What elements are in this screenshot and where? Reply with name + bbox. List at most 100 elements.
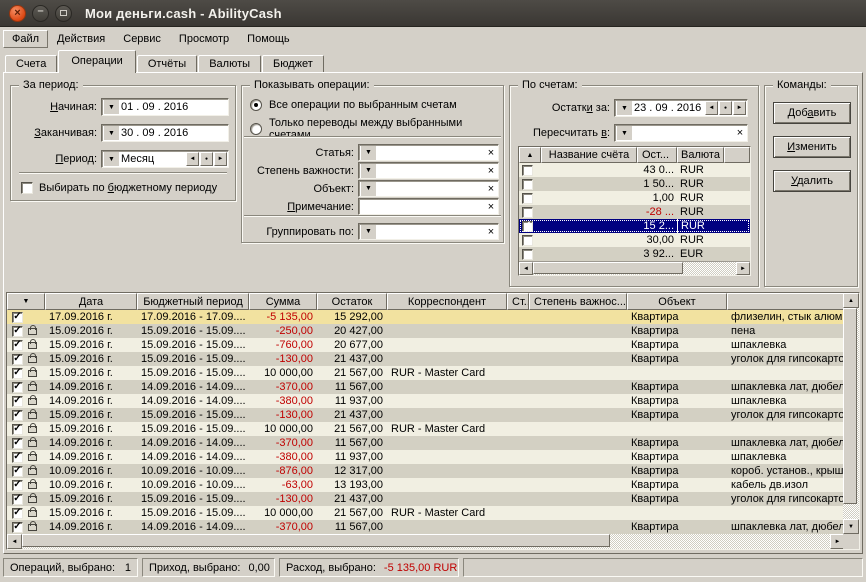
edit-button[interactable]: Изменить [773, 136, 851, 158]
account-checkbox[interactable] [522, 179, 533, 190]
importance-combo[interactable]: ▼× [358, 162, 499, 179]
transaction-row[interactable]: ✓15.09.2016 г.15.09.2016 - 15.09....10 0… [7, 422, 859, 436]
spin-right-icon[interactable]: ► [214, 152, 227, 166]
dropdown-icon[interactable]: ▼ [617, 101, 632, 115]
transaction-checkbox[interactable]: ✓ [12, 410, 23, 421]
dropdown-icon[interactable]: ▼ [617, 126, 632, 140]
all-operations-radio[interactable] [250, 99, 262, 111]
transactions-column-header-correspondent[interactable]: Корреспондент [387, 293, 507, 310]
clear-icon[interactable]: × [484, 183, 498, 195]
transactions-column-header-date[interactable]: Дата [45, 293, 137, 310]
transaction-checkbox[interactable]: ✓ [12, 480, 23, 491]
accounts-scroll-track[interactable] [533, 262, 736, 275]
account-checkbox[interactable] [522, 249, 533, 260]
account-checkbox[interactable] [522, 207, 533, 218]
scroll-right-icon[interactable]: ► [736, 262, 750, 275]
accounts-column-header-currency[interactable]: Валюта [677, 147, 724, 163]
transfers-radio[interactable] [250, 123, 262, 135]
transaction-checkbox[interactable]: ✓ [12, 424, 23, 435]
transactions-column-header-budget-period[interactable]: Бюджетный период [137, 293, 249, 310]
menu-item-view[interactable]: Просмотр [170, 30, 238, 48]
maximize-button[interactable] [55, 5, 72, 22]
scroll-up-icon[interactable]: ▲ [843, 293, 859, 308]
accounts-horizontal-scrollbar[interactable]: ◄► [519, 261, 750, 275]
transaction-checkbox[interactable]: ✓ [12, 340, 23, 351]
horizontal-scrollbar[interactable]: ◄ ► [7, 534, 845, 549]
account-row[interactable]: 1,00RUR [519, 191, 750, 205]
transaction-row[interactable]: ✓15.09.2016 г.15.09.2016 - 15.09....-250… [7, 324, 859, 338]
account-checkbox[interactable] [522, 165, 533, 176]
clear-icon[interactable]: × [733, 127, 747, 139]
article-combo[interactable]: ▼× [358, 144, 499, 161]
menu-item-service[interactable]: Сервис [114, 30, 170, 48]
spin-dot-icon[interactable]: ● [719, 101, 732, 115]
transactions-column-header-importance[interactable]: Степень важнос... [529, 293, 627, 310]
sort-asc-icon[interactable]: ▲ [519, 147, 541, 163]
budget-period-checkbox[interactable] [21, 182, 33, 194]
account-checkbox[interactable] [522, 193, 533, 204]
scroll-left-icon[interactable]: ◄ [7, 534, 22, 549]
transaction-row[interactable]: ✓10.09.2016 г.10.09.2016 - 10.09....-63,… [7, 478, 859, 492]
spin-left-icon[interactable]: ◄ [705, 101, 718, 115]
note-input[interactable]: × [358, 198, 499, 215]
dropdown-icon[interactable]: ▼ [361, 146, 376, 160]
menu-item-file[interactable]: Файл [3, 30, 48, 48]
accounts-column-header-name[interactable]: Название счёта [541, 147, 637, 163]
sort-desc-icon[interactable]: ▼ [7, 293, 45, 310]
add-button[interactable]: Добавить [773, 102, 851, 124]
accounts-scroll-thumb[interactable] [533, 262, 683, 274]
transaction-checkbox[interactable]: ✓ [12, 466, 23, 477]
clear-icon[interactable]: × [484, 226, 498, 238]
scroll-down-icon[interactable]: ▼ [843, 519, 859, 534]
account-row[interactable]: ✓15 2...RUR [519, 219, 750, 233]
transaction-checkbox[interactable]: ✓ [12, 326, 23, 337]
dropdown-icon[interactable]: ▼ [104, 126, 119, 140]
spin-dot-icon[interactable]: ● [200, 152, 213, 166]
vertical-scroll-track[interactable] [843, 308, 859, 519]
vertical-scrollbar[interactable]: ▲ ▼ [843, 293, 859, 534]
dropdown-icon[interactable]: ▼ [104, 100, 119, 114]
transaction-row[interactable]: ✓15.09.2016 г.15.09.2016 - 15.09....-130… [7, 492, 859, 506]
horizontal-scroll-track[interactable] [22, 534, 830, 549]
end-date-field[interactable]: ▼30 . 09 . 2016 [101, 124, 229, 142]
accounts-column-header-balance[interactable]: Ост... [637, 147, 677, 163]
transaction-checkbox[interactable]: ✓ [12, 438, 23, 449]
recalc-combo[interactable]: ▼ × [614, 124, 748, 142]
transaction-row[interactable]: ✓14.09.2016 г.14.09.2016 - 14.09....-380… [7, 450, 859, 464]
transactions-column-header-balance[interactable]: Остаток [317, 293, 387, 310]
transaction-row[interactable]: ✓15.09.2016 г.15.09.2016 - 15.09....-760… [7, 338, 859, 352]
object-combo[interactable]: ▼× [358, 180, 499, 197]
account-row[interactable]: 30,00RUR [519, 233, 750, 247]
vertical-scroll-thumb[interactable] [843, 308, 857, 504]
balance-date-field[interactable]: ▼ 23 . 09 . 2016 ◄ ● ► [614, 99, 748, 117]
transaction-row[interactable]: ✓15.09.2016 г.15.09.2016 - 15.09....10 0… [7, 366, 859, 380]
start-date-field[interactable]: ▼01 . 09 . 2016 [101, 98, 229, 116]
transaction-row[interactable]: ✓15.09.2016 г.15.09.2016 - 15.09....10 0… [7, 506, 859, 520]
account-row[interactable]: 1 50...RUR [519, 177, 750, 191]
transaction-row[interactable]: ✓15.09.2016 г.15.09.2016 - 15.09....-130… [7, 352, 859, 366]
clear-icon[interactable]: × [484, 165, 498, 177]
transaction-checkbox[interactable]: ✓ [12, 354, 23, 365]
account-row[interactable]: 43 0...RUR [519, 163, 750, 177]
transaction-checkbox[interactable]: ✓ [12, 508, 23, 519]
transaction-checkbox[interactable]: ✓ [12, 368, 23, 379]
transactions-column-header-sum[interactable]: Сумма [249, 293, 317, 310]
dropdown-icon[interactable]: ▼ [361, 182, 376, 196]
clear-icon[interactable]: × [484, 147, 498, 159]
dropdown-icon[interactable]: ▼ [361, 164, 376, 178]
clear-icon[interactable]: × [484, 201, 498, 213]
transaction-row[interactable]: ✓14.09.2016 г.14.09.2016 - 14.09....-370… [7, 380, 859, 394]
transaction-checkbox[interactable]: ✓ [12, 312, 23, 323]
transaction-checkbox[interactable]: ✓ [12, 396, 23, 407]
dropdown-icon[interactable]: ▼ [361, 225, 376, 239]
account-row[interactable]: 3 92...EUR [519, 247, 750, 261]
scroll-left-icon[interactable]: ◄ [519, 262, 533, 275]
transaction-row[interactable]: ✓14.09.2016 г.14.09.2016 - 14.09....-370… [7, 436, 859, 450]
close-button[interactable]: × [9, 5, 26, 22]
spin-right-icon[interactable]: ► [733, 101, 746, 115]
transaction-row[interactable]: ✓17.09.2016 г.17.09.2016 - 17.09....-5 1… [7, 310, 859, 324]
transaction-checkbox[interactable]: ✓ [12, 452, 23, 463]
spin-left-icon[interactable]: ◄ [186, 152, 199, 166]
horizontal-scroll-thumb[interactable] [22, 534, 610, 547]
transaction-checkbox[interactable]: ✓ [12, 494, 23, 505]
